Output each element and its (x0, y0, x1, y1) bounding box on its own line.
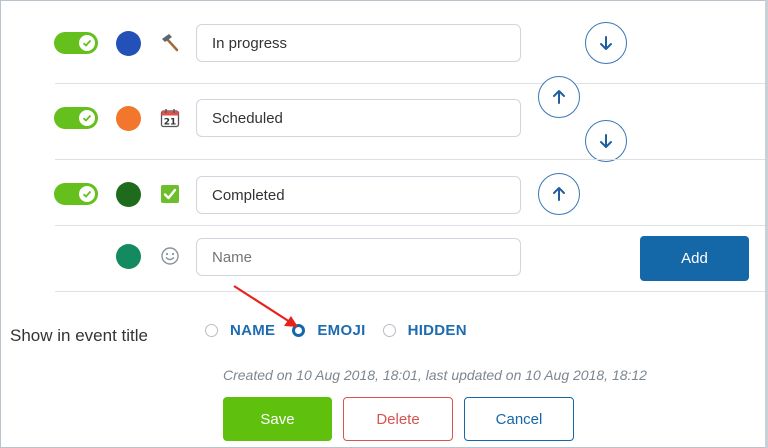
toggle-completed[interactable] (54, 183, 98, 205)
arrow-down-icon (600, 36, 612, 50)
color-swatch-in-progress[interactable] (116, 31, 141, 56)
radio-button-hidden[interactable] (382, 323, 396, 337)
radio-button-name[interactable] (205, 323, 218, 337)
check-icon (79, 35, 95, 51)
arrow-down-icon (600, 134, 612, 148)
arrow-up-icon (553, 90, 565, 104)
svg-text:21: 21 (164, 118, 177, 128)
row-divider (55, 83, 765, 84)
status-name-input[interactable]: In progress (196, 24, 521, 62)
status-name-input[interactable]: Completed (196, 176, 521, 214)
row-divider (55, 225, 765, 226)
row-divider (55, 159, 765, 160)
move-down-button[interactable] (585, 22, 627, 64)
radio-label-hidden[interactable]: HIDDEN (408, 322, 467, 339)
toggle-in-progress[interactable] (54, 32, 98, 54)
timestamps-text: Created on 10 Aug 2018, 18:01, last upda… (223, 367, 647, 383)
calendar-icon[interactable]: 21 (159, 107, 181, 129)
row-divider (55, 291, 765, 292)
hammer-icon[interactable] (159, 32, 181, 54)
radio-option-emoji[interactable]: EMOJI (292, 322, 365, 339)
move-up-button[interactable] (538, 76, 580, 118)
cancel-button[interactable]: Cancel (464, 397, 574, 441)
arrow-up-icon (553, 187, 565, 201)
radio-option-hidden[interactable]: HIDDEN (382, 322, 467, 339)
move-down-button[interactable] (585, 120, 627, 162)
smiley-icon[interactable] (159, 245, 181, 267)
add-button[interactable]: Add (640, 236, 749, 281)
radio-label-emoji[interactable]: EMOJI (317, 322, 365, 339)
check-icon (79, 110, 95, 126)
check-box-icon[interactable] (159, 183, 181, 205)
color-swatch-completed[interactable] (116, 182, 141, 207)
delete-button[interactable]: Delete (343, 397, 453, 441)
new-status-name-input[interactable] (196, 238, 521, 276)
event-title-label: Show in event title (10, 326, 148, 345)
annotation-arrow-icon (233, 285, 298, 327)
color-swatch-new[interactable] (116, 244, 141, 269)
save-button[interactable]: Save (223, 397, 332, 441)
move-up-button[interactable] (538, 173, 580, 215)
check-icon (79, 186, 95, 202)
toggle-scheduled[interactable] (54, 107, 98, 129)
color-swatch-scheduled[interactable] (116, 106, 141, 131)
status-name-input[interactable]: Scheduled (196, 99, 521, 137)
